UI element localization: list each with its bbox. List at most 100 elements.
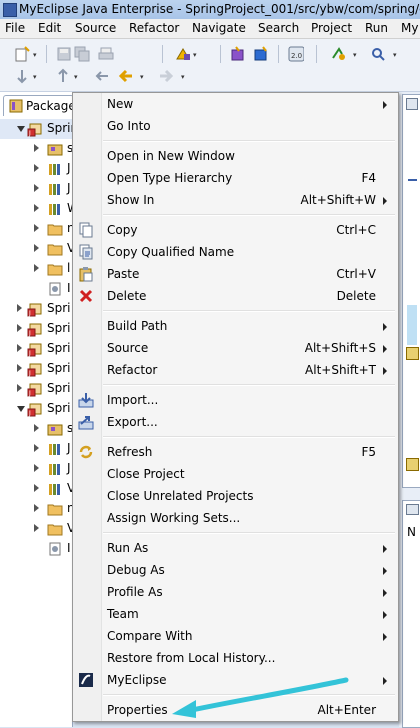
tree-item[interactable]: J Spri bbox=[0, 299, 72, 319]
expand-arrow-icon[interactable] bbox=[34, 224, 39, 232]
next-annotation-icon[interactable] bbox=[14, 68, 30, 84]
menu-item-new[interactable]: New bbox=[74, 93, 397, 115]
tree-item[interactable]: n bbox=[0, 499, 75, 519]
tree-item[interactable]: J Spri bbox=[0, 399, 72, 419]
tree-item[interactable]: n bbox=[0, 219, 75, 239]
expand-arrow-icon[interactable] bbox=[34, 144, 39, 152]
menu-item-compare-with[interactable]: Compare With bbox=[74, 625, 397, 647]
menu-navigate[interactable]: Navigate bbox=[192, 21, 246, 35]
menu-search[interactable]: Search bbox=[258, 21, 299, 35]
expand-arrow-icon[interactable] bbox=[34, 444, 39, 452]
expand-arrow-icon[interactable] bbox=[17, 344, 22, 352]
menu-run[interactable]: Run bbox=[365, 21, 388, 35]
menu-item-copy[interactable]: Copy Ctrl+C bbox=[74, 219, 397, 241]
tree-item[interactable]: J Spri bbox=[0, 339, 72, 359]
menu-item-import[interactable]: Import... bbox=[74, 389, 397, 411]
menu-item-open-type-hierarchy[interactable]: Open Type Hierarchy F4 bbox=[74, 167, 397, 189]
forward-icon[interactable] bbox=[158, 68, 174, 84]
menu-item-show-in[interactable]: Show In Alt+Shift+W bbox=[74, 189, 397, 211]
search-tool-dropdown-icon[interactable]: ▾ bbox=[393, 52, 399, 59]
prev-annotation-icon[interactable] bbox=[55, 68, 71, 84]
expand-arrow-icon[interactable] bbox=[34, 264, 39, 272]
menu-item-profile-as[interactable]: Profile As bbox=[74, 581, 397, 603]
scroll-marker[interactable] bbox=[407, 305, 417, 345]
menu-item-run-as[interactable]: Run As bbox=[74, 537, 397, 559]
menu-item-debug-as[interactable]: Debug As bbox=[74, 559, 397, 581]
expand-arrow-icon[interactable] bbox=[17, 384, 22, 392]
menu-item-build-path[interactable]: Build Path bbox=[74, 315, 397, 337]
view-icon[interactable] bbox=[406, 504, 419, 515]
menu-item-close-project[interactable]: Close Project bbox=[74, 463, 397, 485]
expand-arrow-icon[interactable] bbox=[17, 364, 22, 372]
menu-item-copy-qualified-name[interactable]: Copy Qualified Name bbox=[74, 241, 397, 263]
search-tool-icon[interactable] bbox=[370, 46, 386, 62]
open-type-icon[interactable] bbox=[175, 46, 191, 62]
tree-item[interactable]: l bbox=[0, 259, 72, 279]
tree-item[interactable]: J Spring bbox=[0, 119, 86, 139]
tree-item[interactable]: I bbox=[0, 539, 72, 559]
menu-item-export[interactable]: Export... bbox=[74, 411, 397, 433]
tree-item[interactable]: s bbox=[0, 419, 73, 439]
last-edit-icon[interactable] bbox=[94, 68, 110, 84]
menu-item-refresh[interactable]: Refresh F5 bbox=[74, 441, 397, 463]
run-config-icon[interactable] bbox=[330, 46, 346, 62]
prev-annotation-dropdown-icon[interactable]: ▾ bbox=[74, 74, 80, 81]
outline-view-icon[interactable] bbox=[406, 98, 418, 110]
open-type-dropdown-icon[interactable]: ▾ bbox=[193, 52, 199, 59]
tree-item[interactable]: V bbox=[0, 479, 75, 499]
menu-source[interactable]: Source bbox=[75, 21, 116, 35]
expand-arrow-icon[interactable] bbox=[34, 464, 39, 472]
tree-item[interactable]: V bbox=[0, 239, 75, 259]
menu-item-delete[interactable]: Delete Delete bbox=[74, 285, 397, 307]
menu-item-open-in-new-window[interactable]: Open in New Window bbox=[74, 145, 397, 167]
menu-item-source[interactable]: Source Alt+Shift+S bbox=[74, 337, 397, 359]
class-icon[interactable] bbox=[253, 46, 269, 62]
tree-item[interactable]: J bbox=[0, 439, 72, 459]
run-config-dropdown-icon[interactable]: ▾ bbox=[353, 52, 359, 59]
menu-item-go-into[interactable]: Go Into bbox=[74, 115, 397, 137]
save-icon[interactable] bbox=[56, 46, 72, 62]
expand-arrow-icon[interactable] bbox=[34, 424, 39, 432]
collapse-icon[interactable] bbox=[408, 179, 417, 185]
save-all-icon[interactable] bbox=[74, 46, 90, 62]
print-icon[interactable] bbox=[98, 46, 114, 62]
new-wizard-icon[interactable] bbox=[14, 46, 30, 62]
menu-edit[interactable]: Edit bbox=[38, 21, 61, 35]
java-version-icon[interactable]: 2.0 bbox=[288, 46, 304, 62]
package-icon[interactable] bbox=[230, 46, 246, 62]
expand-arrow-icon[interactable] bbox=[34, 204, 39, 212]
next-annotation-dropdown-icon[interactable]: ▾ bbox=[33, 74, 39, 81]
menu-item-team[interactable]: Team bbox=[74, 603, 397, 625]
menu-myeclipse[interactable]: My bbox=[401, 21, 418, 35]
expand-arrow-icon[interactable] bbox=[34, 484, 39, 492]
tree-item[interactable]: s bbox=[0, 139, 73, 159]
expand-arrow-icon[interactable] bbox=[17, 324, 22, 332]
menu-item-paste[interactable]: Paste Ctrl+V bbox=[74, 263, 397, 285]
tree-item[interactable]: J Spri bbox=[0, 359, 72, 379]
menu-item-close-unrelated-projects[interactable]: Close Unrelated Projects bbox=[74, 485, 397, 507]
tree-item[interactable]: J bbox=[0, 159, 72, 179]
expand-arrow-icon[interactable] bbox=[34, 244, 39, 252]
tree-item[interactable]: J Spri bbox=[0, 379, 72, 399]
tree-item[interactable]: J bbox=[0, 179, 72, 199]
menu-project[interactable]: Project bbox=[311, 21, 352, 35]
tree-item[interactable]: J Spri bbox=[0, 319, 72, 339]
collapse-arrow-icon[interactable] bbox=[17, 406, 25, 412]
new-dropdown-icon[interactable]: ▾ bbox=[33, 52, 39, 59]
menu-item-restore-from-local-history[interactable]: Restore from Local History... bbox=[74, 647, 397, 669]
back-icon[interactable] bbox=[118, 68, 134, 84]
back-dropdown-icon[interactable]: ▾ bbox=[140, 74, 146, 81]
menu-item-assign-working-sets[interactable]: Assign Working Sets... bbox=[74, 507, 397, 529]
menu-item-refactor[interactable]: Refactor Alt+Shift+T bbox=[74, 359, 397, 381]
expand-arrow-icon[interactable] bbox=[34, 184, 39, 192]
tree-item[interactable]: J bbox=[0, 459, 72, 479]
expand-arrow-icon[interactable] bbox=[34, 524, 39, 532]
expand-arrow-icon[interactable] bbox=[34, 164, 39, 172]
forward-dropdown-icon[interactable]: ▾ bbox=[181, 74, 187, 81]
expand-arrow-icon[interactable] bbox=[17, 304, 22, 312]
tree-item[interactable]: I bbox=[0, 279, 72, 299]
menu-refactor[interactable]: Refactor bbox=[129, 21, 179, 35]
expand-arrow-icon[interactable] bbox=[34, 504, 39, 512]
tree-item[interactable]: W bbox=[0, 199, 79, 219]
menu-file[interactable]: File bbox=[5, 21, 25, 35]
